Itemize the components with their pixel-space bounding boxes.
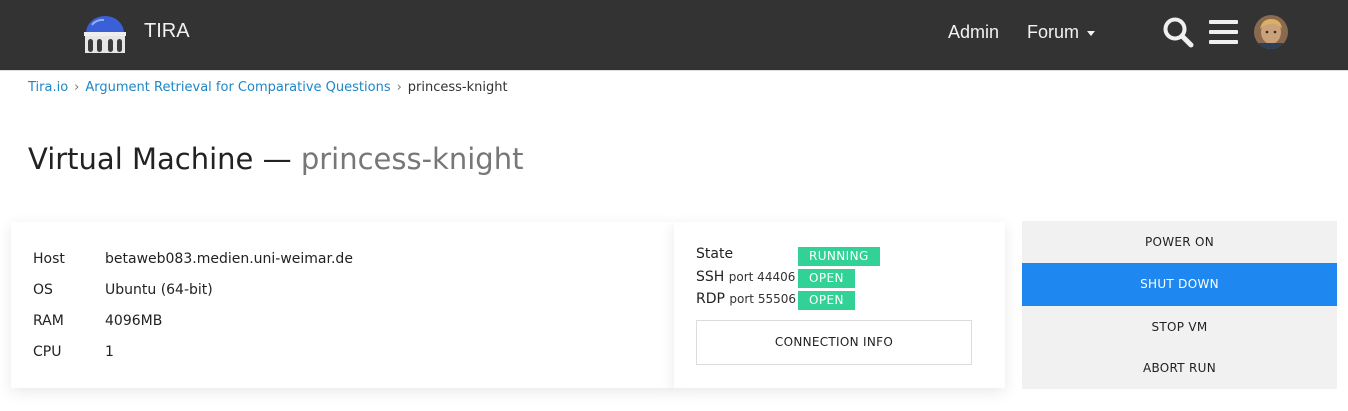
breadcrumb: Tira.io › Argument Retrieval for Comparati… xyxy=(28,80,508,95)
breadcrumb-separator: › xyxy=(74,80,80,95)
breadcrumb-link-task[interactable]: Argument Retrieval for Comparative Quest… xyxy=(85,80,390,95)
chevron-down-icon xyxy=(1087,30,1096,36)
abort-run-button[interactable]: ABORT RUN xyxy=(1022,348,1337,389)
ssh-row: SSH port 44406 xyxy=(696,269,795,285)
stop-vm-button[interactable]: STOP VM xyxy=(1022,306,1337,348)
breadcrumb-current: princess-knight xyxy=(407,80,508,95)
nav-admin-link[interactable]: Admin xyxy=(948,22,999,43)
ssh-port: port 44406 xyxy=(728,270,796,284)
brand-title[interactable]: TIRA xyxy=(144,20,190,43)
ssh-badge: OPEN xyxy=(798,269,855,288)
state-badge: RUNNING xyxy=(798,247,880,266)
shut-down-button[interactable]: SHUT DOWN xyxy=(1022,263,1337,306)
rdp-badge: OPEN xyxy=(798,291,855,310)
ssh-label: SSH xyxy=(696,269,725,285)
power-on-button[interactable]: POWER ON xyxy=(1022,221,1337,263)
spec-key: CPU xyxy=(33,344,62,360)
spec-value: 4096MB xyxy=(105,313,163,329)
nav-forum-label: Forum xyxy=(1027,22,1080,42)
avatar[interactable] xyxy=(1254,15,1288,49)
breadcrumb-link-home[interactable]: Tira.io xyxy=(28,80,68,95)
spec-value: Ubuntu (64-bit) xyxy=(105,282,213,298)
connection-info-button[interactable]: CONNECTION INFO xyxy=(696,320,972,365)
page-title-vm-name: princess-knight xyxy=(300,142,524,176)
page-title: Virtual Machine — princess-knight xyxy=(28,142,523,176)
menu-icon[interactable] xyxy=(1209,19,1238,45)
rdp-row: RDP port 55506 xyxy=(696,291,796,307)
spec-key: RAM xyxy=(33,313,64,329)
rdp-port: port 55506 xyxy=(729,292,796,306)
spec-value: 1 xyxy=(105,344,114,360)
search-icon[interactable] xyxy=(1162,16,1194,48)
spec-value: betaweb083.medien.uni-weimar.de xyxy=(105,251,353,267)
state-label: State xyxy=(696,246,734,262)
logo-icon[interactable] xyxy=(82,11,128,55)
header-divider xyxy=(0,70,1348,71)
vm-specs-card: Host betaweb083.medien.uni-weimar.de OS … xyxy=(11,222,675,388)
nav-forum-dropdown[interactable]: Forum xyxy=(1027,22,1096,43)
vm-actions-panel: POWER ON SHUT DOWN STOP VM ABORT RUN xyxy=(1022,221,1337,389)
rdp-label: RDP xyxy=(696,291,725,307)
top-navbar: TIRA Admin Forum xyxy=(0,0,1348,70)
vm-status-card: State RUNNING SSH port 44406 OPEN RDP po… xyxy=(674,222,1005,388)
breadcrumb-separator: › xyxy=(396,80,402,95)
state-row: State xyxy=(696,246,733,262)
spec-key: OS xyxy=(33,282,53,298)
spec-key: Host xyxy=(33,251,65,267)
page-title-prefix: Virtual Machine — xyxy=(28,142,292,176)
